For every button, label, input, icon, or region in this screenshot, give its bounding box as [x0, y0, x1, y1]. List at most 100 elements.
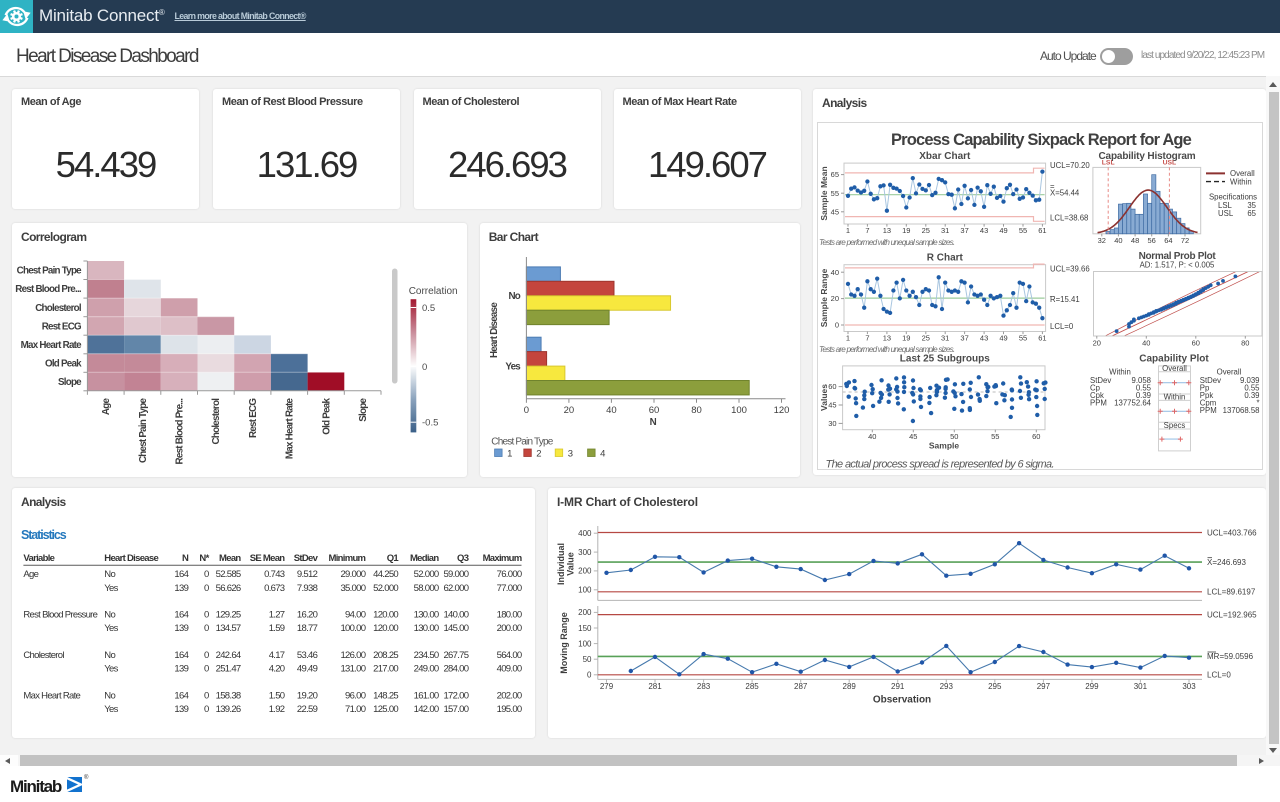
svg-text:Chest Pain Type: Chest Pain Type [138, 397, 149, 463]
svg-text:267.75: 267.75 [443, 650, 468, 661]
svg-text:LCL=89.6197: LCL=89.6197 [1207, 588, 1256, 597]
svg-text:120: 120 [773, 404, 789, 415]
svg-text:0: 0 [204, 650, 209, 661]
svg-text:Old Peak: Old Peak [321, 397, 332, 434]
svg-text:37: 37 [960, 333, 968, 342]
svg-text:40: 40 [831, 267, 839, 276]
svg-text:Chest Pain Type: Chest Pain Type [17, 265, 83, 276]
svg-text:35.000: 35.000 [340, 583, 365, 594]
svg-text:Max Heart Rate: Max Heart Rate [21, 339, 83, 350]
svg-text:40: 40 [1114, 236, 1122, 245]
svg-text:279: 279 [600, 682, 614, 691]
svg-text:Moving Range: Moving Range [559, 612, 569, 674]
svg-text:137752.64: 137752.64 [1114, 398, 1152, 407]
svg-text:Within: Within [1164, 392, 1186, 401]
svg-text:Within: Within [1230, 177, 1252, 186]
svg-text:60: 60 [1192, 338, 1200, 347]
svg-text:72: 72 [1181, 236, 1189, 245]
svg-text:139.26: 139.26 [216, 704, 241, 715]
svg-text:40: 40 [606, 404, 617, 415]
svg-text:40: 40 [1142, 338, 1150, 347]
svg-text:56.626: 56.626 [216, 583, 241, 594]
svg-text:44.250: 44.250 [373, 569, 398, 580]
svg-text:100: 100 [578, 586, 592, 595]
svg-text:Heart Disease: Heart Disease [489, 301, 500, 357]
svg-text:31: 31 [941, 333, 949, 342]
svg-text:295: 295 [988, 682, 1002, 691]
svg-text:22.59: 22.59 [297, 704, 318, 715]
svg-text:409.00: 409.00 [497, 664, 522, 675]
svg-text:Sample Range: Sample Range [819, 268, 829, 327]
svg-text:55: 55 [991, 432, 999, 441]
svg-text:-0.5: -0.5 [422, 417, 438, 428]
svg-text:AD: 1.517, P: < 0.005: AD: 1.517, P: < 0.005 [1140, 260, 1215, 269]
svg-text:20: 20 [831, 294, 839, 303]
svg-text:3: 3 [567, 448, 572, 459]
svg-text:300: 300 [578, 548, 592, 557]
svg-text:65: 65 [831, 170, 839, 179]
svg-text:19.20: 19.20 [297, 690, 318, 701]
svg-text:62.000: 62.000 [443, 583, 468, 594]
svg-text:Individual: Individual [556, 543, 566, 585]
svg-text:Correlation: Correlation [409, 286, 458, 297]
svg-text:60: 60 [648, 404, 659, 415]
svg-text:31: 31 [941, 226, 949, 235]
svg-text:Cholesterol: Cholesterol [35, 302, 82, 313]
svg-text:Age: Age [101, 397, 112, 415]
svg-text:1.92: 1.92 [269, 704, 285, 715]
svg-text:100.00: 100.00 [340, 623, 365, 634]
svg-text:Value: Value [566, 552, 576, 576]
svg-text:Variable: Variable [23, 553, 54, 564]
svg-text:148.25: 148.25 [373, 690, 398, 701]
svg-text:No: No [104, 610, 115, 621]
svg-text:284.00: 284.00 [443, 664, 468, 675]
svg-text:Maximum: Maximum [483, 553, 522, 564]
svg-text:61: 61 [1038, 333, 1046, 342]
svg-text:1: 1 [846, 226, 850, 235]
svg-text:No: No [104, 569, 115, 580]
svg-text:200: 200 [578, 608, 592, 617]
svg-text:2: 2 [536, 448, 541, 459]
svg-text:301: 301 [1134, 682, 1148, 691]
svg-text:303: 303 [1182, 682, 1196, 691]
svg-text:293: 293 [940, 682, 954, 691]
svg-text:37: 37 [960, 226, 968, 235]
svg-text:0: 0 [422, 361, 427, 372]
svg-text:43: 43 [980, 333, 988, 342]
svg-text:125.00: 125.00 [373, 704, 398, 715]
svg-text:Overall: Overall [1162, 364, 1187, 373]
svg-text:Last 25 Subgroups: Last 25 Subgroups [900, 353, 990, 364]
svg-text:140.00: 140.00 [443, 610, 468, 621]
svg-text:25: 25 [922, 333, 930, 342]
svg-text:Slope: Slope [58, 377, 82, 388]
svg-text:139: 139 [174, 583, 188, 594]
svg-text:Q1: Q1 [387, 553, 400, 564]
svg-text:UCL=39.66: UCL=39.66 [1050, 264, 1090, 273]
svg-text:Age: Age [23, 569, 38, 580]
svg-text:Specs: Specs [1164, 421, 1186, 430]
svg-text:Yes: Yes [104, 583, 118, 594]
svg-text:45: 45 [831, 207, 839, 216]
svg-text:4.20: 4.20 [269, 664, 285, 675]
svg-text:Heart Disease: Heart Disease [104, 553, 158, 564]
svg-text:Capability Plot: Capability Plot [1139, 353, 1209, 364]
svg-text:52.000: 52.000 [373, 583, 398, 594]
svg-text:UCL=70.20: UCL=70.20 [1050, 161, 1090, 170]
svg-text:Process Capability Sixpack Rep: Process Capability Sixpack Report for Ag… [891, 131, 1192, 149]
svg-text:StDev: StDev [294, 553, 319, 564]
svg-text:PPM: PPM [1090, 398, 1107, 407]
svg-text:UCL=403.766: UCL=403.766 [1207, 528, 1257, 537]
svg-text:30: 30 [828, 419, 836, 428]
svg-text:Xbar Chart: Xbar Chart [919, 151, 971, 162]
svg-text:0: 0 [204, 623, 209, 634]
svg-text:0.673: 0.673 [264, 583, 285, 594]
svg-text:USL: USL [1218, 209, 1234, 218]
svg-text:65: 65 [1247, 209, 1256, 218]
svg-text:56: 56 [1148, 236, 1156, 245]
svg-text:43: 43 [980, 226, 988, 235]
svg-text:N*: N* [199, 553, 209, 564]
svg-text:7: 7 [865, 226, 869, 235]
svg-text:242.64: 242.64 [216, 650, 241, 661]
svg-text:Tests are performed with unequ: Tests are performed with unequal sample … [819, 238, 955, 247]
svg-text:N: N [649, 417, 656, 428]
